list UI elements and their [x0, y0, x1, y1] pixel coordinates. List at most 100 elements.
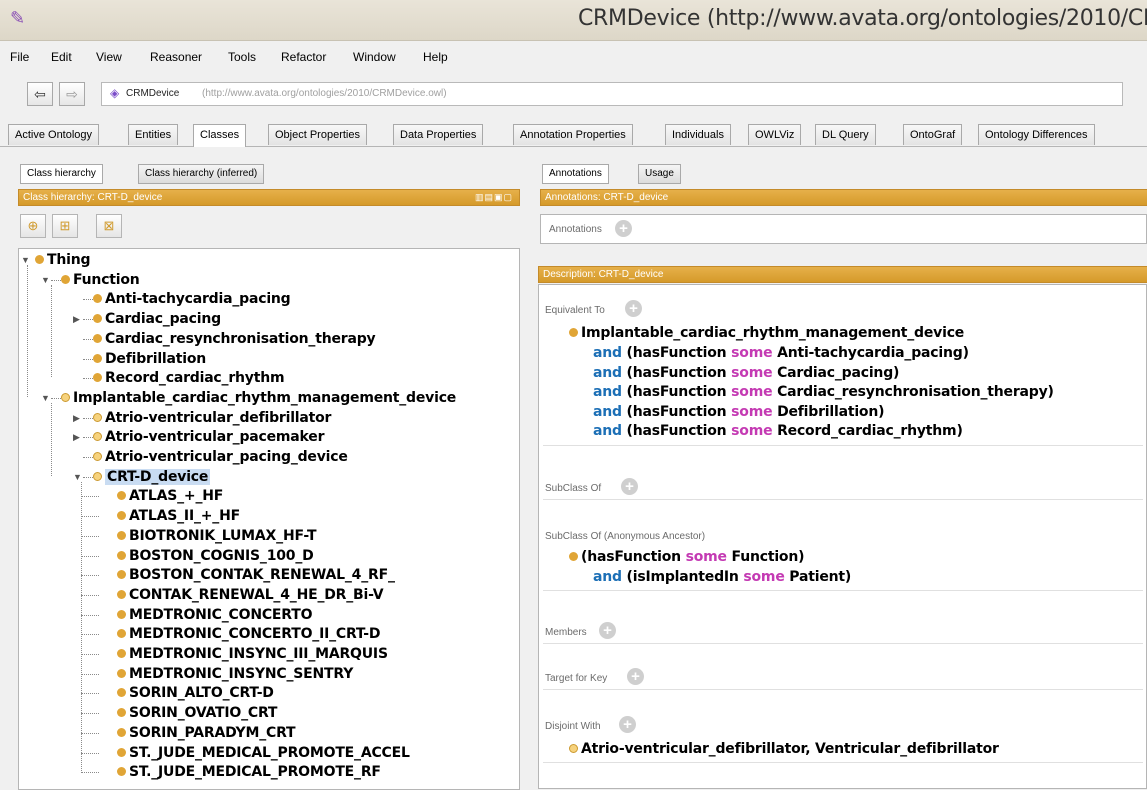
- equivalent-restriction[interactable]: and (hasFunction some Record_cardiac_rhy…: [593, 423, 963, 439]
- view-options-icon[interactable]: ▥▤▣▢: [475, 190, 513, 205]
- tab-annotations[interactable]: Annotations: [542, 164, 609, 184]
- tree-node-label: Anti-tachycardia_pacing: [105, 291, 291, 308]
- back-arrow-icon: ⇦: [34, 86, 46, 102]
- subclass-of-label: SubClass Of: [545, 483, 602, 494]
- tree-node[interactable]: CONTAK_RENEWAL_4_HE_DR_Bi-V: [117, 586, 384, 604]
- tree-node-label: Record_cardiac_rhythm: [105, 370, 285, 387]
- tree-node-label: ATLAS_II_+_HF: [129, 508, 240, 525]
- disjoint-with-label: Disjoint With: [545, 721, 601, 732]
- tree-node[interactable]: Cardiac_resynchronisation_therapy: [93, 330, 376, 348]
- tree-node[interactable]: MEDTRONIC_INSYNC_III_MARQUIS: [117, 645, 388, 663]
- class-icon: [117, 491, 126, 501]
- tab-class-hierarchy[interactable]: Class hierarchy: [20, 164, 103, 184]
- tree-node[interactable]: Thing: [35, 251, 91, 269]
- tab-usage[interactable]: Usage: [638, 164, 681, 184]
- tab-classes[interactable]: Classes: [193, 124, 247, 147]
- menu-view[interactable]: View: [96, 50, 122, 64]
- tree-node[interactable]: Implantable_cardiac_rhythm_management_de…: [61, 389, 456, 407]
- tree-node[interactable]: BOSTON_COGNIS_100_D: [117, 547, 314, 565]
- expanded-triangle-icon[interactable]: ▼: [21, 255, 30, 265]
- tab-dl-query[interactable]: DL Query: [815, 124, 876, 145]
- add-key-button[interactable]: +: [627, 668, 644, 685]
- tab-ontology-differences[interactable]: Ontology Differences: [978, 124, 1095, 145]
- tree-node[interactable]: Record_cardiac_rhythm: [93, 369, 285, 387]
- class-tree[interactable]: ▼ Thing ▼ Function Anti-tachycardia_pacing ▶ C…: [18, 248, 520, 790]
- tree-node[interactable]: Atrio-ventricular_pacing_device: [93, 448, 348, 466]
- add-subclass-button[interactable]: ⊕: [20, 214, 46, 238]
- menu-tools[interactable]: Tools: [228, 50, 256, 64]
- equivalent-restriction[interactable]: and (hasFunction some Anti-tachycardia_p…: [593, 345, 969, 361]
- tab-annotation-properties[interactable]: Annotation Properties: [513, 124, 633, 145]
- expanded-triangle-icon[interactable]: ▼: [73, 472, 82, 482]
- tab-entities[interactable]: Entities: [128, 124, 179, 145]
- tree-node-label: ST._JUDE_MEDICAL_PROMOTE_RF: [129, 764, 381, 781]
- description-header: Description: CRT-D_device: [538, 266, 1147, 283]
- tree-node[interactable]: MEDTRONIC_INSYNC_SENTRY: [117, 665, 353, 683]
- tree-node[interactable]: Cardiac_pacing: [93, 310, 221, 328]
- collapsed-triangle-icon[interactable]: ▶: [73, 413, 80, 423]
- tree-node[interactable]: Function: [61, 271, 140, 289]
- title-bar: ✎ CRMDevice (http://www.avata.org/ontolo…: [0, 0, 1147, 41]
- collapsed-triangle-icon[interactable]: ▶: [73, 432, 80, 442]
- back-button[interactable]: ⇦: [27, 82, 53, 106]
- tree-node[interactable]: ATLAS_II_+_HF: [117, 507, 240, 525]
- anonymous-ancestor-line-2[interactable]: and (isImplantedIn some Patient): [593, 569, 851, 585]
- menu-edit[interactable]: Edit: [51, 50, 72, 64]
- tree-node[interactable]: Defibrillation: [93, 350, 206, 368]
- window-title: CRMDevice (http://www.avata.org/ontologi…: [578, 6, 1147, 31]
- menu-file[interactable]: File: [10, 50, 29, 64]
- tree-branch-line: [81, 634, 99, 636]
- anonymous-ancestor-line-1[interactable]: (hasFunction some Function): [569, 549, 805, 565]
- equivalent-restriction[interactable]: and (hasFunction some Defibrillation): [593, 404, 885, 420]
- collapsed-triangle-icon[interactable]: ▶: [73, 314, 80, 324]
- add-annotation-button[interactable]: +: [615, 220, 632, 237]
- tree-node[interactable]: ATLAS_+_HF: [117, 487, 223, 505]
- add-equivalent-button[interactable]: +: [625, 300, 642, 317]
- add-member-button[interactable]: +: [599, 622, 616, 639]
- delete-class-icon: ⊠: [103, 218, 115, 233]
- menu-help[interactable]: Help: [423, 50, 448, 64]
- tree-node[interactable]: SORIN_ALTO_CRT-D: [117, 684, 274, 702]
- menu-window[interactable]: Window: [353, 50, 396, 64]
- tree-node[interactable]: Atrio-ventricular_defibrillator: [93, 409, 331, 427]
- add-subclass-of-button[interactable]: +: [621, 478, 638, 495]
- menu-refactor[interactable]: Refactor: [281, 50, 326, 64]
- annotations-header-title: Annotations: CRT-D_device: [545, 192, 669, 203]
- menu-reasoner[interactable]: Reasoner: [150, 50, 202, 64]
- expanded-triangle-icon[interactable]: ▼: [41, 393, 50, 403]
- disjoint-classes[interactable]: Atrio-ventricular_defibrillator, Ventric…: [569, 741, 999, 757]
- equivalent-restriction[interactable]: and (hasFunction some Cardiac_pacing): [593, 365, 899, 381]
- tree-node[interactable]: Atrio-ventricular_pacemaker: [93, 428, 324, 446]
- tab-object-properties[interactable]: Object Properties: [268, 124, 367, 145]
- tree-node[interactable]: CRT-D_device: [93, 468, 211, 486]
- tab-data-properties[interactable]: Data Properties: [393, 124, 484, 145]
- tab-ontograf[interactable]: OntoGraf: [903, 124, 963, 145]
- equivalent-restriction[interactable]: and (hasFunction some Cardiac_resynchron…: [593, 384, 1054, 400]
- expanded-triangle-icon[interactable]: ▼: [41, 275, 50, 285]
- tab-class-hierarchy-inferred[interactable]: Class hierarchy (inferred): [138, 164, 265, 184]
- tree-node[interactable]: ST._JUDE_MEDICAL_PROMOTE_RF: [117, 763, 381, 781]
- tree-node[interactable]: SORIN_PARADYM_CRT: [117, 724, 296, 742]
- tree-node[interactable]: BOSTON_CONTAK_RENEWAL_4_RF_: [117, 566, 395, 584]
- tree-node[interactable]: SORIN_OVATIO_CRT: [117, 704, 277, 722]
- class-icon: [93, 314, 102, 324]
- add-sibling-button[interactable]: ⊞: [52, 214, 78, 238]
- tree-node[interactable]: Anti-tachycardia_pacing: [93, 290, 291, 308]
- delete-class-button[interactable]: ⊠: [96, 214, 122, 238]
- tab-owlviz[interactable]: OWLViz: [748, 124, 802, 145]
- tab-active-ontology[interactable]: Active Ontology: [8, 124, 100, 145]
- forward-button[interactable]: ⇨: [59, 82, 85, 106]
- tree-node[interactable]: BIOTRONIK_LUMAX_HF-T: [117, 527, 316, 545]
- navigation-bar: ⇦ ⇨ ◈ CRMDevice (http://www.avata.org/on…: [15, 82, 1140, 108]
- tree-node[interactable]: MEDTRONIC_CONCERTO_II_CRT-D: [117, 625, 380, 643]
- tab-individuals[interactable]: Individuals: [665, 124, 731, 145]
- description-panel: Description: CRT-D_device Equivalent To …: [538, 266, 1147, 789]
- tree-branch-line: [81, 673, 99, 675]
- equivalent-class[interactable]: Implantable_cardiac_rhythm_management_de…: [569, 325, 964, 341]
- annotations-label: Annotations: [549, 224, 602, 235]
- add-disjoint-button[interactable]: +: [619, 716, 636, 733]
- tree-node[interactable]: MEDTRONIC_CONCERTO: [117, 606, 312, 624]
- ontology-iri-bar[interactable]: ◈ CRMDevice (http://www.avata.org/ontolo…: [101, 82, 1123, 106]
- class-icon: [117, 727, 126, 737]
- tree-node[interactable]: ST._JUDE_MEDICAL_PROMOTE_ACCEL: [117, 744, 410, 762]
